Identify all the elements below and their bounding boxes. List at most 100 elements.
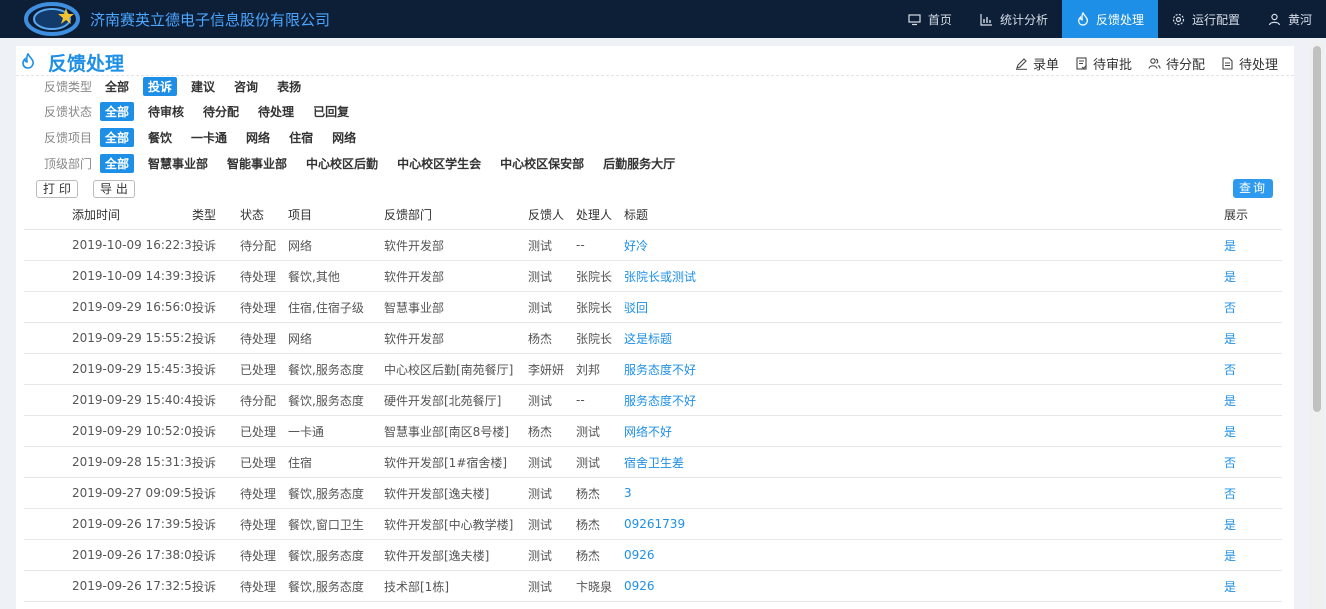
- filter-option[interactable]: 建议: [186, 77, 220, 96]
- column-header[interactable]: 反馈人: [528, 206, 576, 223]
- document-check-icon: [1075, 57, 1088, 70]
- export-button[interactable]: 导 出: [93, 180, 135, 198]
- filter-option[interactable]: 咨询: [229, 77, 263, 96]
- row-display-toggle[interactable]: 是: [1224, 578, 1264, 595]
- document-icon: [1221, 57, 1234, 70]
- table-row[interactable]: 2019-09-29 16:56:09 投诉 待处理 住宿,住宿子级 智慧事业部 测试 张院…: [24, 292, 1282, 323]
- row-title-link[interactable]: 宿舍卫生差: [624, 454, 1224, 471]
- page-scrollbar[interactable]: [1310, 42, 1324, 609]
- table-row[interactable]: 2019-09-29 15:55:28 投诉 待处理 网络 软件开发部 杨杰 张院长 这是标题…: [24, 323, 1282, 354]
- filter-option[interactable]: 网络: [241, 128, 275, 147]
- filter-option[interactable]: 餐饮: [143, 128, 177, 147]
- column-header[interactable]: 反馈部门: [384, 206, 528, 223]
- row-display-toggle[interactable]: 是: [1224, 392, 1264, 409]
- table-row[interactable]: 2019-09-29 15:45:31 投诉 已处理 餐饮,服务态度 中心校区后勤[南苑…: [24, 354, 1282, 385]
- filter-option[interactable]: 网络: [327, 128, 361, 147]
- nav-statistics[interactable]: 统计分析: [966, 0, 1062, 38]
- row-display-toggle[interactable]: 是: [1224, 547, 1264, 564]
- create-order-button[interactable]: 录单: [1015, 54, 1059, 73]
- pending-process-button[interactable]: 待处理: [1221, 54, 1278, 73]
- table-cell: 2019-09-29 15:55:28: [72, 331, 192, 345]
- row-display-toggle[interactable]: 否: [1224, 454, 1264, 471]
- table-cell: 投诉: [192, 486, 217, 501]
- table-row[interactable]: 2019-09-26 17:38:02 投诉 待处理 餐饮,服务态度 软件开发部[逸夫楼…: [24, 540, 1282, 571]
- row-display-toggle[interactable]: 否: [1224, 361, 1264, 378]
- table-cell: 餐饮,窗口卫生: [288, 517, 364, 532]
- row-title-link[interactable]: 服务态度不好: [624, 392, 1224, 409]
- query-button[interactable]: 查询: [1233, 179, 1274, 198]
- row-title-link[interactable]: 这是标题: [624, 330, 1224, 347]
- filter-option[interactable]: 一卡通: [186, 128, 232, 147]
- filter-option[interactable]: 后勤服务大厅: [598, 154, 680, 173]
- table-row[interactable]: 2019-09-28 15:31:37 投诉 已处理 住宿 软件开发部[1#宿舍楼] 测试…: [24, 447, 1282, 478]
- filter-option[interactable]: 表扬: [272, 77, 306, 96]
- table-row[interactable]: 2019-09-26 17:32:56 投诉 待处理 餐饮,服务态度 技术部[1栋] 测试…: [24, 571, 1282, 602]
- filter-department: 顶级部门 全部 智慧事业部 智能事业部 中心校区后勤 中心校区学生会 中心校区保安部 后勤服务…: [44, 153, 689, 173]
- filter-option[interactable]: 智能事业部: [222, 154, 292, 173]
- print-button[interactable]: 打 印: [36, 180, 78, 198]
- row-title-link[interactable]: 好冷: [624, 237, 1224, 254]
- row-title-link[interactable]: 09261739: [624, 517, 1224, 531]
- table-cell: 2019-10-09 14:39:39: [72, 269, 192, 283]
- filter-option[interactable]: 中心校区保安部: [495, 154, 589, 173]
- filter-option[interactable]: 全部: [100, 153, 135, 173]
- row-title-link[interactable]: 张院长或测试: [624, 268, 1224, 285]
- table-cell: 张院长: [576, 269, 613, 284]
- filter-option[interactable]: 已回复: [308, 102, 354, 121]
- filter-option[interactable]: 中心校区学生会: [392, 154, 486, 173]
- table-row[interactable]: 2019-09-27 09:09:59 投诉 待处理 餐饮,服务态度 软件开发部[逸夫楼…: [24, 478, 1282, 509]
- table-row[interactable]: 2019-09-26 17:39:58 投诉 待处理 餐饮,窗口卫生 软件开发部[中心教…: [24, 509, 1282, 540]
- table-cell: 杨杰: [528, 331, 553, 346]
- table-row[interactable]: 2019-09-29 15:40:48 投诉 待分配 餐饮,服务态度 硬件开发部[北苑餐…: [24, 385, 1282, 416]
- filter-option[interactable]: 智慧事业部: [143, 154, 213, 173]
- filter-option[interactable]: 全部: [100, 101, 135, 121]
- row-display-toggle[interactable]: 否: [1224, 485, 1264, 502]
- row-title-link[interactable]: 3: [624, 486, 1224, 500]
- row-title-link[interactable]: 0926: [624, 548, 1224, 562]
- table-row[interactable]: 2019-10-09 14:39:39 投诉 待处理 餐饮,其他 软件开发部 测试 张院长张…: [24, 261, 1282, 292]
- nav-user[interactable]: 黄河: [1254, 0, 1326, 38]
- filter-type: 反馈类型 全部 投诉 建议 咨询 表扬: [44, 76, 315, 96]
- column-header[interactable]: 展示: [1224, 206, 1264, 223]
- row-display-toggle[interactable]: 是: [1224, 330, 1264, 347]
- table-cell: 住宿: [288, 455, 313, 470]
- column-header[interactable]: 标题: [624, 206, 1224, 223]
- table-cell: 刘邦: [576, 362, 601, 377]
- table-cell: 网络: [288, 238, 313, 253]
- row-display-toggle[interactable]: 是: [1224, 516, 1264, 533]
- row-display-toggle[interactable]: 是: [1224, 237, 1264, 254]
- table-cell: 张院长: [576, 300, 613, 315]
- row-title-link[interactable]: 驳回: [624, 299, 1224, 316]
- filter-option[interactable]: 住宿: [284, 128, 318, 147]
- filter-option[interactable]: 待分配: [198, 102, 244, 121]
- table-row[interactable]: 2019-09-29 10:52:02 投诉 已处理 一卡通 智慧事业部[南区8号楼] 杨…: [24, 416, 1282, 447]
- row-title-link[interactable]: 0926: [624, 579, 1224, 593]
- table-cell: 硬件开发部[北苑餐厅]: [384, 393, 502, 408]
- scrollbar-thumb[interactable]: [1313, 46, 1321, 412]
- pending-assign-button[interactable]: 待分配: [1148, 54, 1205, 73]
- filter-option[interactable]: 全部: [100, 77, 134, 96]
- filter-option[interactable]: 中心校区后勤: [301, 154, 383, 173]
- row-display-toggle[interactable]: 是: [1224, 423, 1264, 440]
- nav-settings[interactable]: 运行配置: [1158, 0, 1254, 38]
- filter-option[interactable]: 待处理: [253, 102, 299, 121]
- nav-feedback[interactable]: 反馈处理: [1061, 0, 1158, 38]
- filter-option[interactable]: 待审核: [143, 102, 189, 121]
- row-display-toggle[interactable]: 否: [1224, 299, 1264, 316]
- table-header: 添加时间 类型 状态 项目 反馈部门 反馈人 处理人 标题 展示: [24, 200, 1282, 230]
- row-title-link[interactable]: 网络不好: [624, 423, 1224, 440]
- nav-home[interactable]: 首页: [894, 0, 966, 38]
- row-title-link[interactable]: 服务态度不好: [624, 361, 1224, 378]
- row-display-toggle[interactable]: 是: [1224, 268, 1264, 285]
- filter-label: 反馈项目: [44, 130, 93, 145]
- column-header[interactable]: 处理人: [576, 206, 624, 223]
- column-header[interactable]: 类型: [192, 206, 240, 223]
- pending-approval-button[interactable]: 待审批: [1075, 54, 1132, 73]
- table-row[interactable]: 2019-10-09 16:22:39 投诉 待分配 网络 软件开发部 测试 -- 好冷是: [24, 230, 1282, 261]
- page-title: 反馈处理: [48, 53, 125, 75]
- column-header[interactable]: 添加时间: [72, 206, 192, 223]
- column-header[interactable]: 项目: [288, 206, 384, 223]
- filter-option[interactable]: 投诉: [143, 76, 178, 96]
- filter-option[interactable]: 全部: [100, 127, 135, 147]
- column-header[interactable]: 状态: [240, 206, 288, 223]
